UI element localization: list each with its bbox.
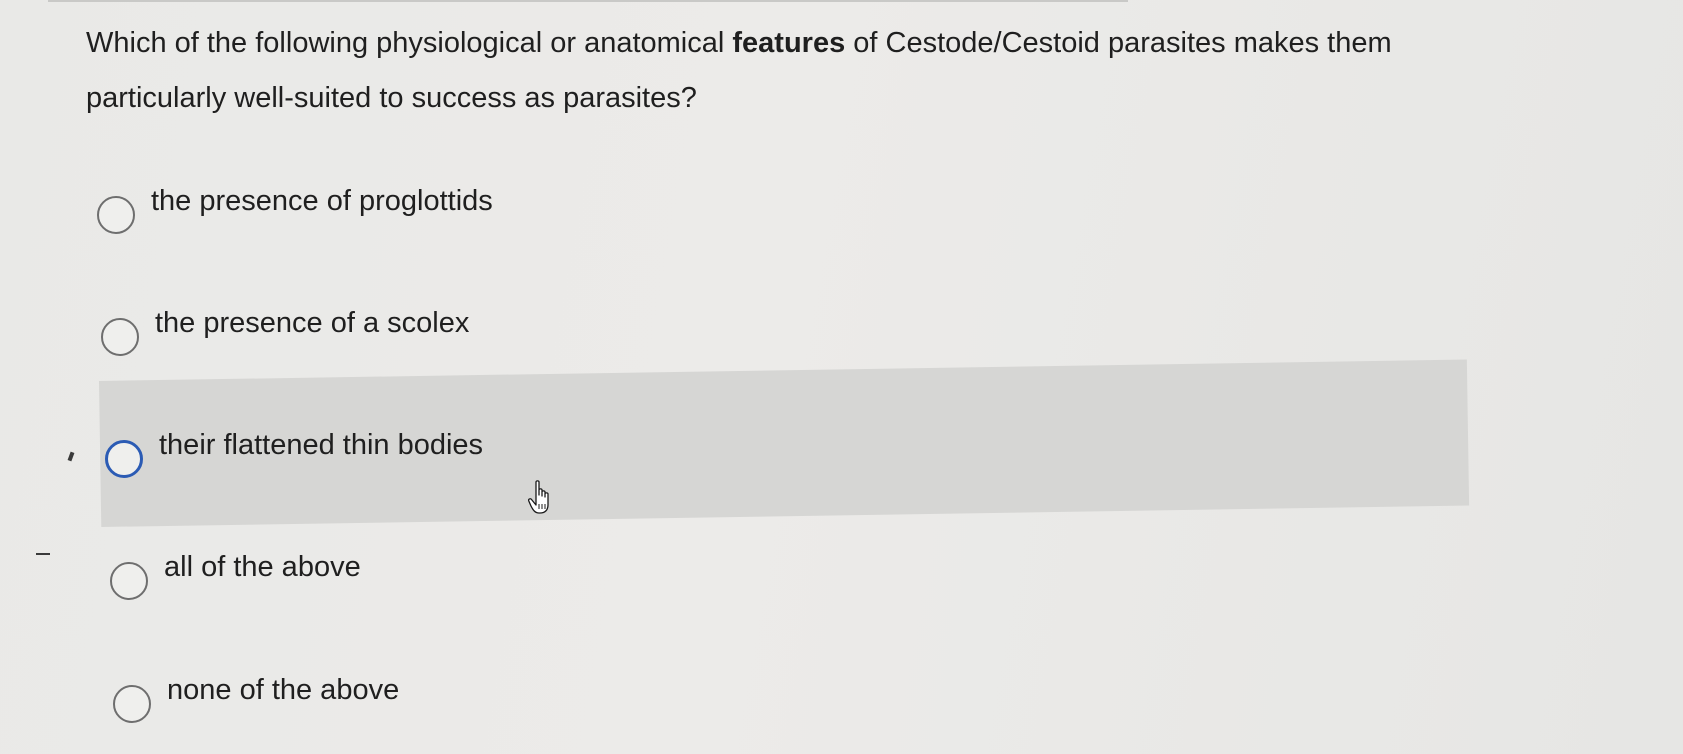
question-text-start: Which of the following physiological or … bbox=[86, 27, 733, 59]
option-all-of-the-above[interactable]: all of the above bbox=[110, 551, 361, 611]
option-proglottids[interactable]: the presence of proglottids bbox=[97, 185, 493, 245]
radio-button[interactable] bbox=[105, 440, 143, 478]
radio-button[interactable] bbox=[110, 562, 148, 600]
question-text-bold: features bbox=[732, 27, 846, 59]
option-none-of-the-above[interactable]: none of the above bbox=[113, 674, 399, 734]
top-divider bbox=[48, 0, 1128, 2]
option-flattened-bodies[interactable]: their flattened thin bodies bbox=[105, 429, 483, 489]
option-label: the presence of proglottids bbox=[151, 184, 493, 217]
option-scolex[interactable]: the presence of a scolex bbox=[101, 307, 469, 367]
question-text: Which of the following physiological or … bbox=[86, 16, 1486, 126]
option-label: none of the above bbox=[167, 673, 400, 706]
screen-speck bbox=[67, 451, 75, 462]
option-label: the presence of a scolex bbox=[155, 306, 470, 339]
radio-button[interactable] bbox=[101, 318, 139, 356]
option-label: their flattened thin bodies bbox=[159, 428, 484, 461]
radio-button[interactable] bbox=[97, 196, 135, 234]
radio-button[interactable] bbox=[113, 685, 151, 723]
option-label: all of the above bbox=[164, 550, 361, 583]
hand-pointer-icon bbox=[528, 480, 549, 514]
screen-speck bbox=[36, 553, 50, 555]
